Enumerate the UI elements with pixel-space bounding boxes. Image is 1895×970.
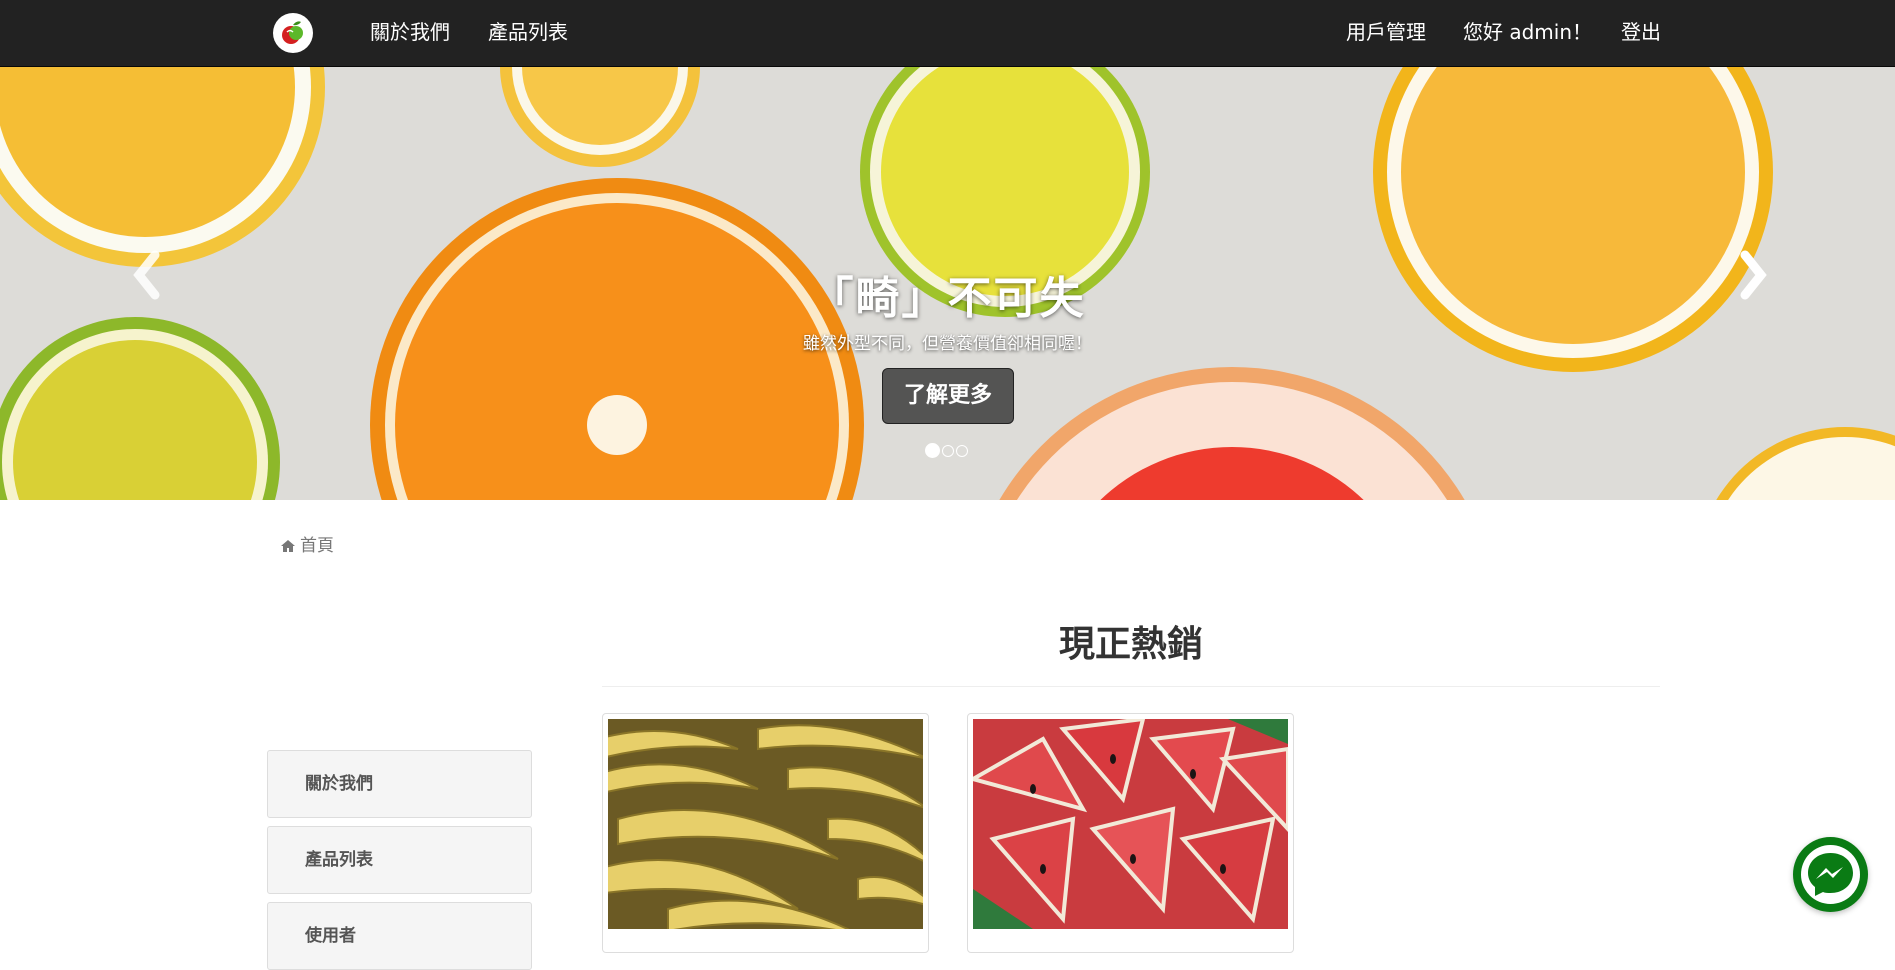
sidebar-item-about[interactable]: 關於我們 [267, 750, 532, 818]
learn-more-button[interactable]: 了解更多 [882, 368, 1014, 424]
nav-about[interactable]: 關於我們 [370, 19, 450, 45]
sidebar-item-products[interactable]: 產品列表 [267, 826, 532, 894]
carousel-dot[interactable] [925, 443, 940, 458]
section-divider [602, 686, 1660, 687]
messenger-icon [1801, 845, 1860, 904]
sidebar-item-users[interactable]: 使用者 [267, 902, 532, 970]
breadcrumb: 首頁 [280, 535, 334, 557]
breadcrumb-home[interactable]: 首頁 [300, 536, 334, 556]
product-card[interactable] [967, 713, 1294, 953]
messenger-chat-button[interactable] [1793, 837, 1868, 912]
apple-logo-icon[interactable] [273, 13, 313, 53]
hero-subtitle: 雖然外型不同，但營養價值卻相同喔！ [803, 334, 1092, 354]
product-image-bananas[interactable] [608, 719, 923, 929]
nav-logout[interactable]: 登出 [1621, 19, 1661, 45]
nav-user-management[interactable]: 用戶管理 [1346, 19, 1426, 45]
top-navbar: 關於我們 產品列表 用戶管理 您好 admin！ 登出 [0, 0, 1895, 67]
carousel-dot[interactable] [956, 444, 968, 457]
hero-title: 「畸」不可失 [809, 273, 1086, 324]
home-icon [281, 540, 295, 552]
carousel-dot[interactable] [942, 444, 954, 457]
product-image-watermelon[interactable] [973, 719, 1288, 929]
hero-carousel: 「畸」不可失 雖然外型不同，但營養價值卻相同喔！ 了解更多 [0, 67, 1895, 500]
section-title: 現正熱銷 [1058, 624, 1203, 665]
carousel-indicators [925, 440, 970, 458]
nav-greeting[interactable]: 您好 admin！ [1463, 19, 1592, 45]
product-card[interactable] [602, 713, 929, 953]
nav-products[interactable]: 產品列表 [488, 19, 568, 45]
